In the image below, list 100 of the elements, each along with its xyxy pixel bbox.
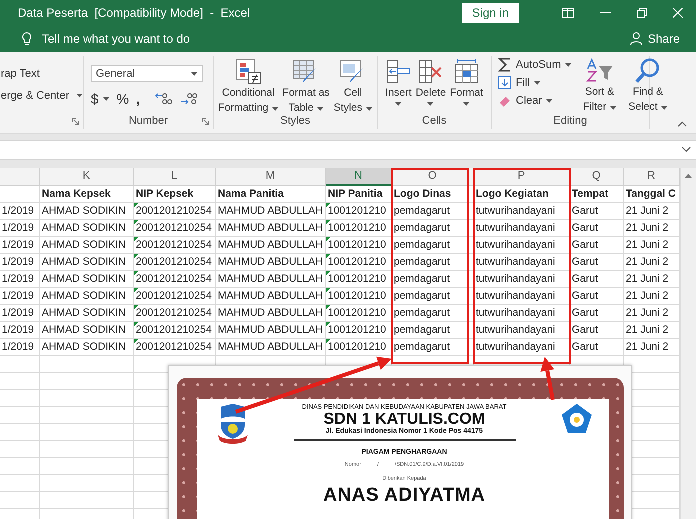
table-cell: Garut xyxy=(570,220,624,237)
number-format-dropdown[interactable]: General xyxy=(91,65,203,82)
increase-decimal-icon[interactable] xyxy=(155,92,174,106)
shield-emblem-icon xyxy=(218,403,248,445)
table-cell: 2001201210254 xyxy=(134,220,216,237)
table-cell: AHMAD SODIKIN xyxy=(40,271,134,288)
dialog-launcher-icon[interactable] xyxy=(202,118,210,126)
table-cell: Garut xyxy=(570,322,624,339)
restore-icon[interactable] xyxy=(637,8,647,18)
fill-down-icon xyxy=(498,76,512,90)
caret-icon xyxy=(427,102,434,106)
caret-icon xyxy=(610,106,617,110)
table-cell: AHMAD SODIKIN xyxy=(40,322,134,339)
table-cell xyxy=(0,441,40,458)
currency-button[interactable]: $ xyxy=(91,91,110,107)
table-cell: pemdagarut xyxy=(392,203,474,220)
table-cell xyxy=(0,373,40,390)
sort-filter-icon xyxy=(586,58,614,84)
minimize-icon[interactable] xyxy=(600,12,611,14)
decrease-decimal-icon[interactable] xyxy=(180,92,198,106)
group-label: Editing xyxy=(554,115,588,129)
sign-in-button[interactable]: Sign in xyxy=(462,3,519,23)
table-cell: 1/2019 xyxy=(0,339,40,356)
ribbon-button[interactable]: rap Text xyxy=(1,68,83,80)
close-icon[interactable] xyxy=(673,8,683,18)
table-cell: AHMAD SODIKIN xyxy=(40,339,134,356)
table-cell: Garut xyxy=(570,203,624,220)
table-cell xyxy=(0,356,40,373)
table-cell: 2001201210254 xyxy=(134,237,216,254)
table-cell: 1001201210 xyxy=(326,339,392,356)
table-cell: MAHMUD ABDULLAH xyxy=(216,271,326,288)
table-cell: 1001201210 xyxy=(326,203,392,220)
table-cell: Tempat xyxy=(570,186,624,203)
ribbon-button[interactable]: Clear xyxy=(498,94,572,108)
percent-button[interactable]: % xyxy=(116,91,130,107)
table-cell: MAHMUD ABDULLAH xyxy=(216,254,326,271)
table-cell: pemdagarut xyxy=(392,288,474,305)
table-cell: tutwurihandayani xyxy=(474,288,570,305)
expand-icon[interactable] xyxy=(682,147,691,153)
person-icon xyxy=(630,32,643,46)
delete-cells-icon xyxy=(418,59,444,85)
table-cell xyxy=(0,186,40,203)
ribbon-button[interactable]: Delete xyxy=(414,59,448,106)
table-cell: tutwurihandayani xyxy=(474,271,570,288)
ribbon-button[interactable]: Find & Select xyxy=(628,58,669,114)
table-cell: Nama Panitia xyxy=(216,186,326,203)
search-field[interactable]: Tell me what you want to do xyxy=(42,32,190,46)
ribbon-button[interactable]: Fill xyxy=(498,76,572,90)
table-cell: AHMAD SODIKIN xyxy=(40,237,134,254)
table-cell: tutwurihandayani xyxy=(474,305,570,322)
collapse-ribbon-icon[interactable] xyxy=(678,121,687,127)
table-cell: MAHMUD ABDULLAH xyxy=(216,237,326,254)
table-cell: AHMAD SODIKIN xyxy=(40,254,134,271)
insert-cells-icon xyxy=(386,59,412,85)
caret-icon xyxy=(366,106,373,110)
caret-icon xyxy=(316,106,324,110)
table-cell xyxy=(0,458,40,475)
table-cell: 2001201210254 xyxy=(134,271,216,288)
table-cell: tutwurihandayani xyxy=(474,339,570,356)
table-cell: AHMAD SODIKIN xyxy=(40,305,134,322)
ribbon-button[interactable]: Format xyxy=(449,59,484,106)
table-cell: 1/2019 xyxy=(0,322,40,339)
ribbon-button[interactable]: Sort & Filter xyxy=(582,58,618,114)
column-header[interactable]: Q xyxy=(570,168,624,186)
ribbon-display-icon[interactable] xyxy=(562,8,574,18)
ribbon-button[interactable]: Conditional Formatting xyxy=(217,59,280,115)
scroll-up-icon[interactable] xyxy=(685,174,692,178)
table-cell: tutwurihandayani xyxy=(474,322,570,339)
pentagon-emblem-icon xyxy=(561,403,593,435)
caret-icon xyxy=(546,99,554,103)
ribbon-button[interactable]: Format as Table xyxy=(282,59,331,115)
table-cell: Logo Kegiatan xyxy=(474,186,570,203)
table-cell: 1001201210 xyxy=(326,254,392,271)
ribbon-button[interactable]: AutoSum xyxy=(498,58,572,72)
table-cell: pemdagarut xyxy=(392,339,474,356)
table-cell: MAHMUD ABDULLAH xyxy=(216,322,326,339)
table-cell: Garut xyxy=(570,339,624,356)
table-cell: 1001201210 xyxy=(326,220,392,237)
dialog-launcher-icon[interactable] xyxy=(72,118,80,126)
caret-icon xyxy=(102,97,110,101)
table-cell: pemdagarut xyxy=(392,237,474,254)
table-cell: MAHMUD ABDULLAH xyxy=(216,305,326,322)
table-cell: MAHMUD ABDULLAH xyxy=(216,203,326,220)
table-cell: pemdagarut xyxy=(392,220,474,237)
ribbon-button[interactable]: Cell Styles xyxy=(332,59,374,115)
table-cell: AHMAD SODIKIN xyxy=(40,203,134,220)
table-cell: Garut xyxy=(570,271,624,288)
column-header[interactable]: K xyxy=(40,168,134,186)
table-cell: 1/2019 xyxy=(0,271,40,288)
ribbon-button[interactable]: erge & Center xyxy=(1,90,83,102)
column-header[interactable]: R xyxy=(624,168,680,186)
table-cell: tutwurihandayani xyxy=(474,220,570,237)
ribbon-button[interactable]: Insert xyxy=(384,59,413,106)
comma-button[interactable]: , xyxy=(136,91,140,107)
column-header[interactable]: M xyxy=(216,168,326,186)
share-button[interactable]: Share xyxy=(630,32,680,46)
column-header[interactable]: L xyxy=(134,168,216,186)
column-header[interactable]: N xyxy=(326,168,392,186)
table-cell: 1/2019 xyxy=(0,220,40,237)
table-cell: Logo Dinas xyxy=(392,186,474,203)
